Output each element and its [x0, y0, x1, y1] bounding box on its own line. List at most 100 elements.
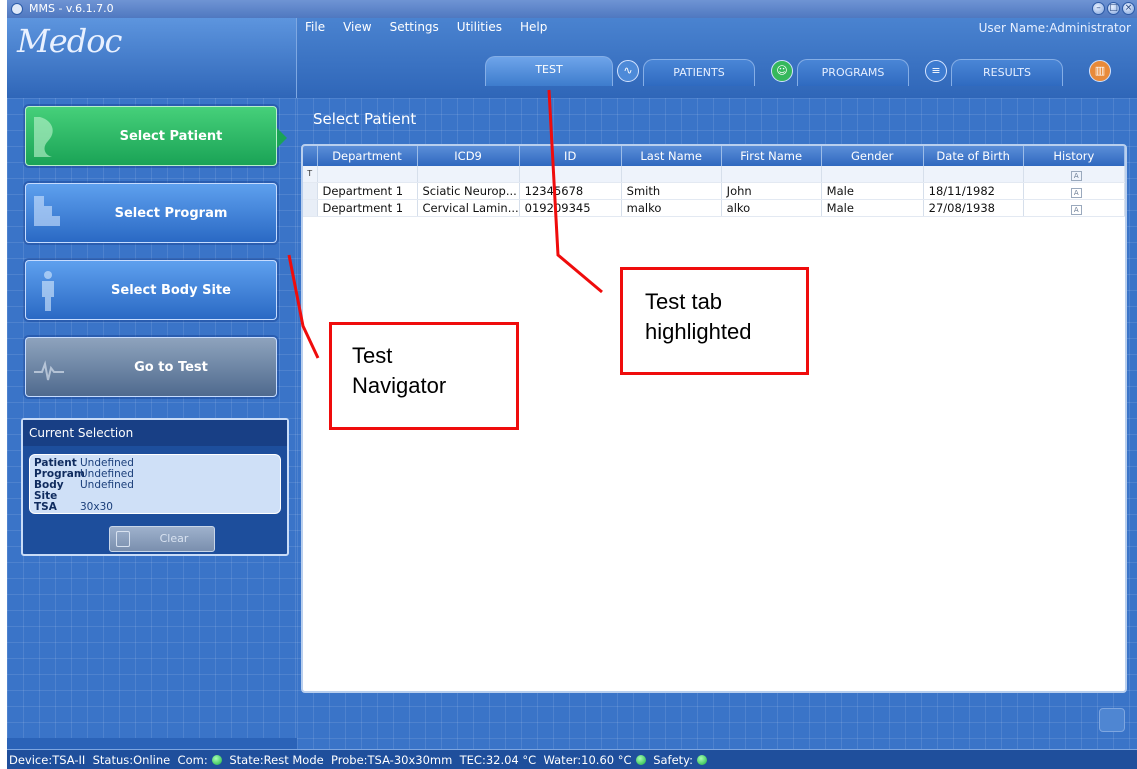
cell-date-of-birth: 27/08/1938 — [923, 199, 1024, 217]
tab-patients[interactable]: PATIENTS — [643, 59, 755, 86]
col-history[interactable]: History — [1023, 146, 1125, 166]
history-icon[interactable]: A — [1070, 204, 1082, 215]
cell-department: Department 1 — [317, 199, 418, 217]
history-icon[interactable]: A — [1070, 187, 1082, 198]
grid-header-row: Department ICD9 ID Last Name First Name … — [303, 146, 1125, 166]
selection-summary: Patient Undefined Program Undefined Body S… — [29, 454, 281, 514]
history-icon: A — [1070, 170, 1082, 181]
menu-settings[interactable]: Settings — [390, 20, 439, 34]
status-device: Device:TSA-II — [9, 753, 86, 767]
col-icd9[interactable]: ICD9 — [417, 146, 520, 166]
col-department[interactable]: Department — [317, 146, 418, 166]
cell-icd9: Cervical Lamin... — [417, 199, 520, 217]
current-selection-title: Current Selection — [23, 420, 287, 446]
test-navigator: Select Patient Select Program Select Bod… — [7, 98, 297, 738]
clear-label: Clear — [159, 532, 189, 545]
tab-strip: TEST ∿ PATIENTS ☺ PROGRAMS ≡ RESULTS ▥ — [297, 40, 1137, 86]
cell-date-of-birth: 18/11/1982 — [923, 182, 1024, 200]
select-body-site-button[interactable]: Select Body Site — [25, 260, 277, 320]
cell-department: Department 1 — [317, 182, 418, 200]
select-program-button[interactable]: Select Program — [25, 183, 277, 243]
app-icon — [11, 3, 23, 15]
maximize-button[interactable]: □ — [1107, 2, 1120, 15]
cell-gender: Male — [821, 199, 924, 217]
cell-gender: Male — [821, 182, 924, 200]
status-water: Water:10.60 °C — [543, 753, 632, 767]
select-patient-button[interactable]: Select Patient — [25, 106, 277, 166]
waveform-icon: ∿ — [617, 60, 639, 82]
com-led-icon — [211, 755, 222, 765]
filter-icon[interactable]: T — [303, 166, 318, 183]
cell-first-name: John — [721, 182, 822, 200]
nav-label: Go to Test — [134, 359, 208, 375]
cell-icd9: Sciatic Neurop... — [417, 182, 520, 200]
col-last-name[interactable]: Last Name — [621, 146, 722, 166]
status-com: Com: — [177, 753, 208, 767]
programs-icon: ≡ — [925, 60, 947, 82]
nav-annotation-callout: Test Navigator — [329, 322, 519, 430]
current-selection-panel: Current Selection Patient Undefined Progr… — [21, 418, 289, 556]
col-first-name[interactable]: First Name — [721, 146, 822, 166]
menu-utilities[interactable]: Utilities — [457, 20, 502, 34]
tab-test[interactable]: TEST — [485, 56, 613, 86]
menu-file[interactable]: File — [305, 20, 325, 34]
selection-row-body-site: Body Site Undefined — [34, 479, 134, 502]
tab-annotation-callout: Test tab highlighted — [620, 267, 809, 375]
page-title: Select Patient — [313, 110, 417, 128]
mms-window: MMS - v.6.1.7.0 – □ × Medoc File View Se… — [7, 0, 1137, 769]
nav-annotation-text: Test Navigator — [352, 343, 447, 398]
col-date-of-birth[interactable]: Date of Birth — [923, 146, 1024, 166]
filter-row[interactable]: T A — [303, 166, 1125, 183]
col-gender[interactable]: Gender — [821, 146, 924, 166]
selection-row-tsa: TSA 30x30 — [34, 501, 113, 513]
nav-label: Select Body Site — [111, 282, 231, 298]
corner-action-button[interactable] — [1099, 708, 1125, 732]
status-tec: TEC:32.04 °C — [459, 753, 537, 767]
patient-silhouette-icon — [34, 117, 53, 157]
col-id[interactable]: ID — [519, 146, 622, 166]
row-selector[interactable] — [303, 182, 318, 200]
clear-button[interactable]: Clear — [109, 526, 215, 552]
header: Medoc File View Settings Utilities Help … — [7, 18, 1137, 98]
minimize-button[interactable]: – — [1092, 2, 1105, 15]
menu-bar: File View Settings Utilities Help — [305, 20, 547, 34]
tab-annotation-text: Test tab highlighted — [645, 289, 752, 344]
title-bar: MMS - v.6.1.7.0 – □ × — [7, 0, 1137, 18]
menu-help[interactable]: Help — [520, 20, 547, 34]
nav-label: Select Program — [114, 205, 228, 221]
menu-view[interactable]: View — [343, 20, 371, 34]
status-online: Status:Online — [92, 753, 171, 767]
patients-icon: ☺ — [771, 60, 793, 82]
status-safety: Safety: — [653, 753, 694, 767]
cell-last-name: Smith — [621, 182, 722, 200]
results-icon: ▥ — [1089, 60, 1111, 82]
go-to-test-button[interactable]: Go to Test — [25, 337, 277, 397]
status-bar: Device:TSA-II Status:Online Com: State:R… — [7, 749, 1137, 769]
row-selector[interactable] — [303, 199, 318, 217]
status-state: State:Rest Mode — [229, 753, 324, 767]
medoc-logo: Medoc — [17, 22, 122, 60]
tab-programs[interactable]: PROGRAMS — [797, 59, 909, 86]
tab-results[interactable]: RESULTS — [951, 59, 1063, 86]
cell-id: 019209345 — [519, 199, 622, 217]
window-title: MMS - v.6.1.7.0 — [29, 2, 114, 15]
table-row[interactable]: Department 1 Sciatic Neurop... 12345678 … — [303, 182, 1125, 200]
heartbeat-icon — [34, 360, 64, 381]
row-selector-header — [303, 146, 318, 166]
cell-id: 12345678 — [519, 182, 622, 200]
logo-panel: Medoc — [7, 18, 297, 98]
safety-led-icon — [697, 755, 708, 765]
user-name-label: User Name:Administrator — [978, 21, 1131, 35]
status-probe: Probe:TSA-30x30mm — [331, 753, 453, 767]
eraser-icon — [116, 531, 130, 547]
cell-last-name: malko — [621, 199, 722, 217]
table-row[interactable]: Department 1 Cervical Lamin... 019209345… — [303, 199, 1125, 217]
water-led-icon — [635, 755, 646, 765]
nav-label: Select Patient — [119, 128, 223, 144]
active-arrow — [277, 128, 287, 148]
body-icon — [42, 271, 54, 311]
close-button[interactable]: × — [1122, 2, 1135, 15]
cell-first-name: alko — [721, 199, 822, 217]
program-steps-icon — [34, 196, 60, 226]
selection-row-program: Program Undefined — [34, 468, 134, 480]
